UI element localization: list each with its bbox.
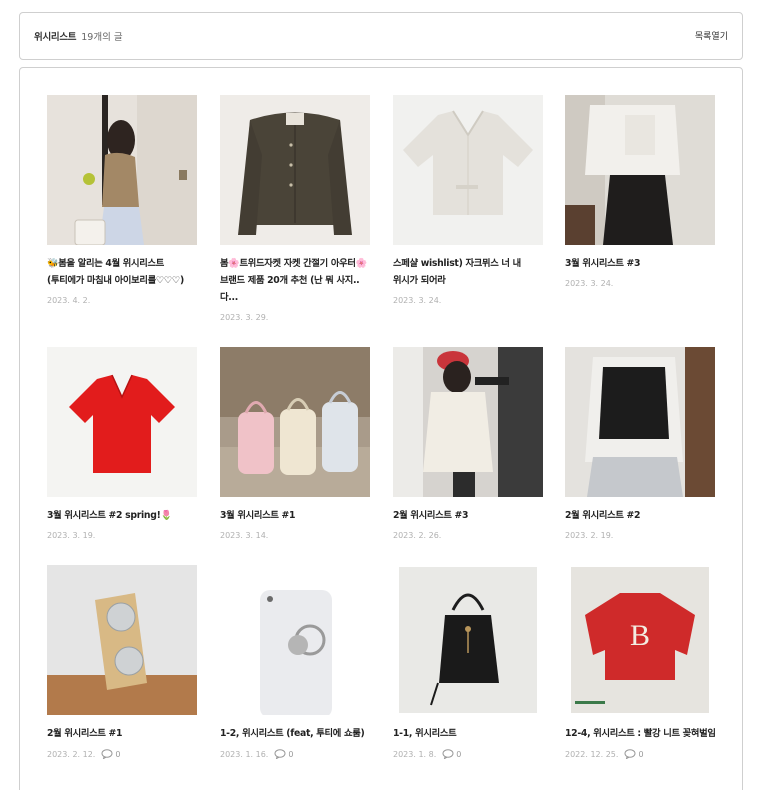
post-card[interactable]: 1-1, 위시리스트 2023. 1. 8. 0 (393, 565, 545, 759)
post-card[interactable]: 스페샬 wishlist) 자크뮈스 너 내 위시가 되어라 2023. 3. … (393, 95, 545, 305)
post-date: 2023. 1. 8. (393, 749, 437, 759)
thumbnail-image (47, 347, 197, 497)
post-meta: 2023. 3. 29. (220, 313, 372, 322)
comment-count[interactable]: 0 (442, 749, 461, 759)
post-meta: 2023. 2. 19. (565, 531, 717, 540)
post-thumbnail[interactable] (47, 565, 197, 715)
post-card[interactable]: 3월 위시리스트 #3 2023. 3. 24. (565, 95, 717, 288)
post-date: 2023. 3. 14. (220, 531, 269, 540)
post-date: 2023. 4. 2. (47, 296, 91, 305)
thumbnail-image (393, 95, 543, 245)
post-title[interactable]: 1-2, 위시리스트 (feat, 투티에 쇼룸) (220, 725, 372, 742)
post-thumbnail[interactable] (393, 565, 543, 715)
post-title[interactable]: 1-1, 위시리스트 (393, 725, 545, 742)
post-card[interactable]: 3월 위시리스트 #2 spring!🌷 2023. 3. 19. (47, 347, 199, 540)
thumbnail-image: B (565, 565, 715, 715)
post-thumbnail[interactable] (220, 95, 370, 245)
post-card[interactable]: 2월 위시리스트 #2 2023. 2. 19. (565, 347, 717, 540)
comment-count-value: 0 (456, 749, 462, 759)
post-thumbnail[interactable] (47, 347, 197, 497)
post-meta: 2023. 4. 2. (47, 296, 199, 305)
post-date: 2023. 1. 16. (220, 749, 269, 759)
thumbnail-image (220, 95, 370, 245)
post-title[interactable]: 2월 위시리스트 #1 (47, 725, 199, 742)
post-date: 2023. 2. 26. (393, 531, 442, 540)
svg-text:B: B (630, 619, 650, 652)
post-card[interactable]: 🐝봄을 알리는 4월 위시리스트 (투티에가 마침내 아이보리를♡♡♡) 202… (47, 95, 199, 305)
post-date: 2023. 2. 12. (47, 749, 96, 759)
post-title[interactable]: 3월 위시리스트 #3 (565, 255, 717, 272)
post-card[interactable]: 봄🌸트위드자켓 자켓 간절기 아우터🌸 브랜드 제품 20개 추천 (난 뭐 사… (220, 95, 372, 322)
thumbnail-image (565, 347, 715, 497)
post-title[interactable]: 2월 위시리스트 #2 (565, 507, 717, 524)
post-date: 2023. 3. 24. (565, 279, 614, 288)
post-thumbnail[interactable] (220, 565, 370, 715)
post-thumbnail[interactable] (565, 95, 715, 245)
thumbnail-image (220, 347, 370, 497)
post-meta: 2023. 2. 26. (393, 531, 545, 540)
post-title[interactable]: 3월 위시리스트 #1 (220, 507, 372, 524)
post-card[interactable]: 2월 위시리스트 #3 2023. 2. 26. (393, 347, 545, 540)
post-thumbnail[interactable] (220, 347, 370, 497)
category-name: 위시리스트 (34, 32, 77, 43)
post-thumbnail[interactable] (565, 347, 715, 497)
post-date: 2023. 2. 19. (565, 531, 614, 540)
post-thumbnail[interactable] (47, 95, 197, 245)
comment-count[interactable]: 0 (624, 749, 644, 759)
post-card[interactable]: 3월 위시리스트 #1 2023. 3. 14. (220, 347, 372, 540)
comment-count-value: 0 (288, 749, 294, 759)
comment-count-value: 0 (638, 749, 644, 759)
post-thumbnail[interactable] (393, 95, 543, 245)
post-title[interactable]: 3월 위시리스트 #2 spring!🌷 (47, 507, 199, 524)
post-date: 2022. 12. 25. (565, 749, 619, 759)
thumbnail-image (393, 347, 543, 497)
post-meta: 2023. 2. 12. 0 (47, 749, 199, 759)
post-title[interactable]: 봄🌸트위드자켓 자켓 간절기 아우터🌸 브랜드 제품 20개 추천 (난 뭐 사… (220, 255, 372, 306)
speech-bubble-icon (442, 749, 454, 759)
post-meta: 2023. 1. 8. 0 (393, 749, 545, 759)
post-title[interactable]: 🐝봄을 알리는 4월 위시리스트 (투티에가 마침내 아이보리를♡♡♡) (47, 255, 199, 289)
category-header: 위시리스트 19개의 글 목록열기 (19, 12, 743, 60)
comment-count-value: 0 (115, 749, 121, 759)
post-meta: 2023. 3. 14. (220, 531, 372, 540)
speech-bubble-icon (274, 749, 286, 759)
post-title[interactable]: 2월 위시리스트 #3 (393, 507, 545, 524)
post-thumbnail[interactable]: B (565, 565, 715, 715)
post-meta: 2023. 3. 24. (393, 296, 545, 305)
thumbnail-image (220, 565, 370, 715)
post-meta: 2023. 3. 24. (565, 279, 717, 288)
thumbnail-image (47, 95, 197, 245)
thumbnail-image (47, 565, 197, 715)
post-grid: 🐝봄을 알리는 4월 위시리스트 (투티에가 마침내 아이보리를♡♡♡) 202… (19, 67, 743, 790)
post-card[interactable]: 2월 위시리스트 #1 2023. 2. 12. 0 (47, 565, 199, 759)
thumbnail-image (565, 95, 715, 245)
post-date: 2023. 3. 29. (220, 313, 269, 322)
post-card[interactable]: B 12-4, 위시리스트 : 빨강 니트 꽂혀벌임 2022. 12. 25.… (565, 565, 717, 759)
list-open-button[interactable]: 목록열기 (695, 29, 728, 42)
comment-count[interactable]: 0 (274, 749, 293, 759)
post-meta: 2023. 3. 19. (47, 531, 199, 540)
post-meta: 2023. 1. 16. 0 (220, 749, 372, 759)
comment-count[interactable]: 0 (101, 749, 120, 759)
post-date: 2023. 3. 19. (47, 531, 96, 540)
post-meta: 2022. 12. 25. 0 (565, 749, 717, 759)
post-thumbnail[interactable] (393, 347, 543, 497)
category-title: 위시리스트 19개의 글 (34, 29, 123, 43)
speech-bubble-icon (101, 749, 113, 759)
post-title[interactable]: 12-4, 위시리스트 : 빨강 니트 꽂혀벌임 (565, 725, 717, 742)
speech-bubble-icon (624, 749, 636, 759)
post-count: 19개의 글 (81, 32, 123, 43)
post-card[interactable]: 1-2, 위시리스트 (feat, 투티에 쇼룸) 2023. 1. 16. 0 (220, 565, 372, 759)
thumbnail-image (393, 565, 543, 715)
post-title[interactable]: 스페샬 wishlist) 자크뮈스 너 내 위시가 되어라 (393, 255, 545, 289)
post-date: 2023. 3. 24. (393, 296, 442, 305)
